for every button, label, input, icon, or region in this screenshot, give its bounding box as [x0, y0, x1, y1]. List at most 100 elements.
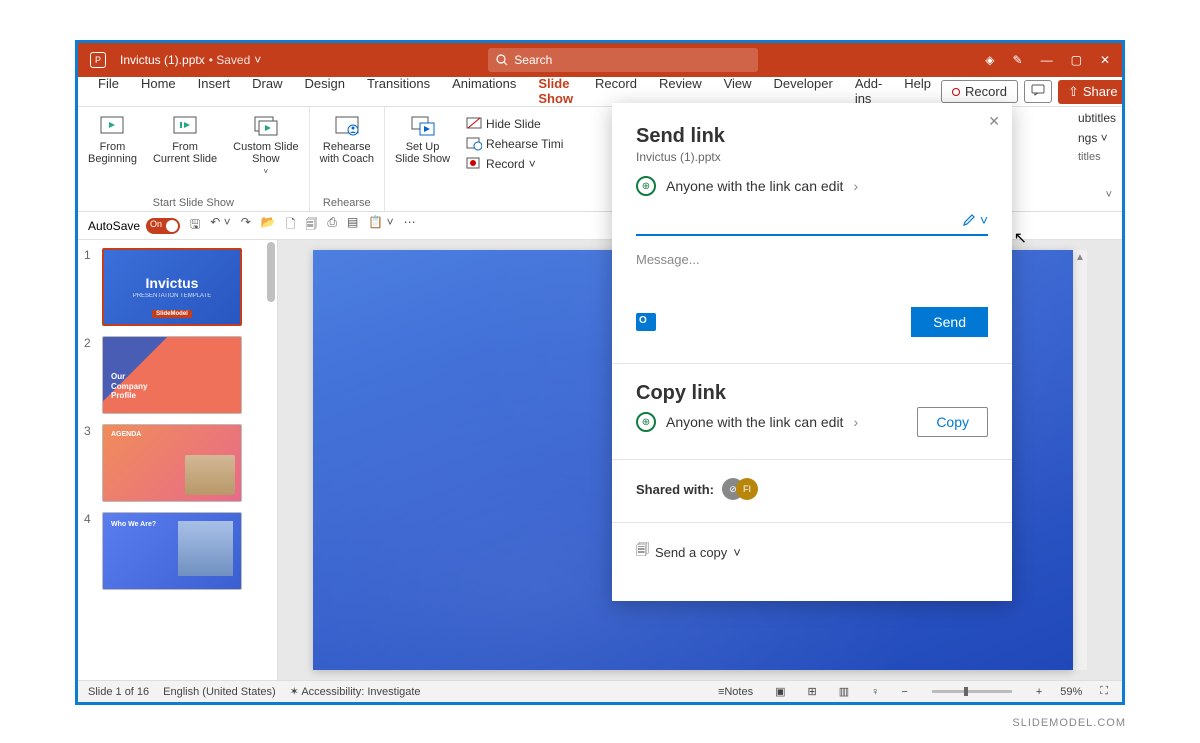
powerpoint-icon: P — [90, 52, 106, 68]
shared-avatar-user[interactable]: FI — [736, 478, 758, 500]
from-current-button[interactable]: From Current Slide — [149, 111, 221, 178]
zoom-out-button[interactable]: − — [897, 684, 911, 700]
record-dot-icon — [952, 88, 960, 96]
rehearse-coach-button[interactable]: Rehearse with Coach — [316, 111, 378, 167]
record-icon — [466, 157, 482, 171]
captions-group: ubtitles ngs ˅ titles — [1078, 111, 1116, 163]
message-input[interactable]: Message... — [636, 252, 988, 267]
setup-show-button[interactable]: Set Up Slide Show — [391, 111, 454, 173]
thumbnail-1[interactable]: 1 Invictus PRESENTATION TEMPLATE SlideMo… — [84, 248, 271, 326]
chevron-down-icon: ˅ — [980, 212, 988, 228]
open-icon[interactable]: 📂 — [261, 215, 276, 236]
send-button[interactable]: Send — [911, 307, 988, 337]
share-dialog: ✕ Send link Invictus (1).pptx ⊕ Anyone w… — [612, 103, 1012, 601]
share-icon: ⇧ — [1068, 84, 1079, 100]
search-placeholder: Search — [514, 53, 552, 67]
chevron-right-icon: › — [853, 414, 858, 430]
redo-icon[interactable]: ↷ — [241, 215, 251, 236]
canvas-scrollbar[interactable]: ▲ — [1073, 250, 1087, 670]
autosave-toggle[interactable]: On — [146, 218, 180, 234]
globe-icon: ⊕ — [636, 176, 656, 196]
subtitles-label[interactable]: ubtitles — [1078, 111, 1116, 125]
copy-permission-selector[interactable]: ⊕ Anyone with the link can edit › — [636, 412, 858, 432]
thumbnail-scrollbar[interactable] — [267, 242, 275, 302]
recipients-input[interactable]: ˅ — [636, 208, 988, 236]
present-icon[interactable]: ▤ — [347, 215, 358, 236]
share-button[interactable]: ⇧Share˅ — [1058, 80, 1125, 104]
search-icon — [496, 54, 508, 66]
comments-button[interactable] — [1024, 80, 1052, 103]
globe-icon: ⊕ — [636, 412, 656, 432]
document-title[interactable]: Invictus (1).pptx — [120, 53, 205, 67]
slideshow-view-icon[interactable]: ♀ — [867, 684, 883, 700]
save-status[interactable]: • Saved — [209, 53, 251, 67]
chevron-down-icon: ˅ — [1122, 84, 1125, 99]
reading-view-icon[interactable]: ▥ — [835, 683, 853, 700]
close-button[interactable]: ✕ — [1100, 53, 1110, 67]
outlook-icon[interactable] — [636, 313, 656, 331]
notes-button[interactable]: ≡ Notes — [714, 684, 757, 700]
paste-icon[interactable]: 📋 ˅ — [368, 215, 393, 236]
statusbar: Slide 1 of 16 English (United States) ✶ … — [78, 680, 1122, 702]
collapse-ribbon-button[interactable]: ˅ — [1106, 189, 1112, 201]
minimize-button[interactable]: — — [1041, 53, 1053, 67]
shared-with-label: Shared with: — [636, 482, 714, 497]
zoom-slider[interactable] — [932, 690, 1012, 693]
hide-icon — [466, 117, 482, 131]
normal-view-icon[interactable]: ▣ — [771, 683, 789, 700]
hide-slide-button[interactable]: Hide Slide — [462, 115, 545, 133]
thumbnail-3[interactable]: 3 AGENDA — [84, 424, 271, 502]
chevron-right-icon: › — [853, 178, 858, 194]
chevron-down-icon: ˅ — [733, 545, 741, 560]
sorter-view-icon[interactable]: ⊞ — [804, 683, 821, 700]
timings-icon — [466, 137, 482, 151]
more-icon[interactable]: ⋯ — [404, 215, 416, 236]
print-icon[interactable]: ⎙ — [327, 215, 337, 236]
edit-permission-button[interactable]: ˅ — [962, 212, 988, 228]
rehearse-timings-button[interactable]: Rehearse Timi — [462, 135, 567, 153]
slide-indicator[interactable]: Slide 1 of 16 — [88, 686, 149, 698]
maximize-button[interactable]: ▢ — [1071, 53, 1082, 67]
thumbnail-2[interactable]: 2 Our Company Profile — [84, 336, 271, 414]
app-window: P Invictus (1).pptx • Saved ˅ Search ◈ ✎… — [75, 40, 1125, 705]
language-indicator[interactable]: English (United States) — [163, 686, 276, 698]
search-input[interactable]: Search — [488, 48, 758, 72]
fit-window-icon[interactable]: ⛶ — [1096, 683, 1112, 700]
subtitle-settings-button[interactable]: ngs ˅ — [1078, 131, 1108, 145]
coach-icon — [334, 113, 360, 139]
copy-button[interactable]: Copy — [917, 407, 988, 437]
autosave-label: AutoSave — [88, 219, 140, 233]
comment-icon — [1031, 84, 1045, 96]
zoom-in-button[interactable]: + — [1032, 684, 1046, 700]
group-label-rehearse: Rehearse — [323, 197, 371, 209]
pen-icon[interactable]: ✎ — [1013, 53, 1023, 67]
close-dialog-button[interactable]: ✕ — [988, 113, 1000, 130]
copy-icon[interactable]: 🗐 — [305, 215, 317, 236]
custom-show-button[interactable]: Custom Slide Show˅ — [229, 111, 302, 178]
from-beginning-button[interactable]: From Beginning — [84, 111, 141, 178]
watermark: SLIDEMODEL.COM — [1012, 717, 1126, 729]
send-copy-button[interactable]: 🗐 Send a copy ˅ — [636, 541, 988, 563]
group-label-start: Start Slide Show — [153, 197, 234, 209]
record-button[interactable]: Record — [941, 80, 1018, 103]
copy-link-title: Copy link — [636, 382, 988, 405]
permission-selector[interactable]: ⊕ Anyone with the link can edit › — [636, 176, 988, 196]
slide-thumbnails[interactable]: 1 Invictus PRESENTATION TEMPLATE SlideMo… — [78, 240, 278, 680]
chevron-down-icon[interactable]: ˅ — [254, 53, 261, 67]
share-title: Send link — [636, 125, 988, 148]
pencil-icon — [962, 213, 976, 227]
play-current-icon — [172, 113, 198, 139]
subtitles-label2: titles — [1078, 151, 1101, 163]
thumbnail-4[interactable]: 4 Who We Are? — [84, 512, 271, 590]
setup-icon — [410, 113, 436, 139]
new-icon[interactable]: 🗋 — [286, 215, 296, 236]
diamond-icon[interactable]: ◈ — [985, 53, 994, 67]
custom-show-icon — [253, 113, 279, 139]
accessibility-check[interactable]: ✶ Accessibility: Investigate — [290, 685, 421, 698]
undo-icon[interactable]: ↶ ˅ — [210, 215, 230, 236]
copy-icon: 🗐 — [636, 541, 649, 563]
record-mini-button[interactable]: Record ˅ — [462, 155, 540, 173]
zoom-level[interactable]: 59% — [1060, 686, 1082, 698]
play-icon — [99, 113, 125, 139]
save-icon[interactable]: 🖫 — [190, 215, 200, 236]
